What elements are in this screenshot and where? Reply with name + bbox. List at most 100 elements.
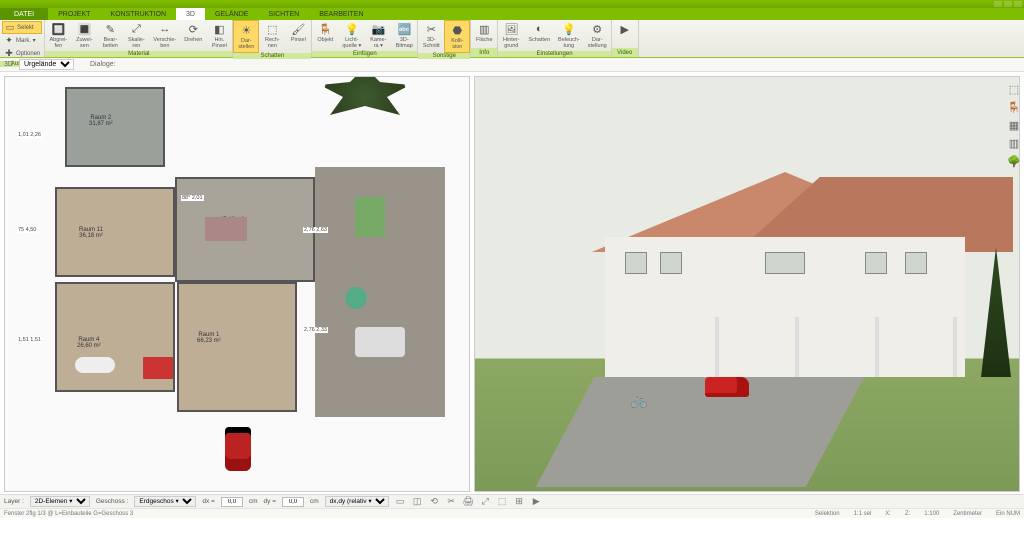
ribbon-button[interactable]: ✎Bear- beiten [97, 20, 123, 51]
layer-select[interactable]: 2D-Elemen ▾ [30, 496, 90, 507]
ribbon-button[interactable]: ▥Fläche [471, 20, 497, 48]
ribbon-button[interactable]: ⟳Drehen [180, 20, 206, 51]
ribbon-button[interactable]: ↔Verschie- ben [149, 20, 180, 51]
tool-icon[interactable]: ▶ [531, 496, 542, 507]
dy-label: dy = [264, 498, 276, 505]
ribbon-button[interactable]: 📷Kame- ra ▾ [365, 20, 391, 51]
geschoss-select[interactable]: Erdgeschos ▾ [134, 496, 196, 507]
ribbon-button[interactable]: ▶ [612, 20, 638, 48]
menu-tab-projekt[interactable]: PROJEKT [48, 8, 100, 20]
ribbon-button[interactable]: 🪑Objekt [312, 20, 338, 51]
ribbon-button[interactable]: 🖌Pinsel [285, 20, 311, 53]
tool-icon[interactable]: ⬚ [497, 496, 508, 507]
ribbon-group: 🔲Abgrei- fen🔳Zuwei- sen✎Bear- beiten⤢Ska… [45, 20, 233, 57]
ribbon-button-label: Mark. ▾ [16, 37, 36, 44]
tool-icon[interactable]: 🖨 [463, 496, 474, 507]
ribbon-button[interactable]: ◐Schatten [524, 20, 554, 51]
dy-input[interactable] [282, 497, 304, 507]
window-max-icon[interactable] [1004, 1, 1012, 7]
side-tool-icon[interactable]: ▥ [1007, 136, 1021, 150]
ribbon: ▭Selekt✦Mark. ▾✚OptionenAuswahl🔲Abgrei- … [0, 20, 1024, 58]
side-tool-icon[interactable]: ⬚ [1007, 82, 1021, 96]
ribbon-button[interactable]: ✂3D- Schnitt [418, 20, 444, 53]
ribbon-button-label: Kame- ra ▾ [370, 37, 386, 49]
viewport-2d[interactable]: Raum 231,87 m² Raum 1136,18 m² Raum 426,… [4, 76, 470, 492]
tool-icon[interactable]: ◫ [412, 496, 423, 507]
menu-tab-konstruktion[interactable]: KONSTRUKTION [100, 8, 176, 20]
ribbon-button[interactable]: ⚙Dar- stellung [584, 20, 611, 51]
ribbon-button[interactable]: ◧Hin. Pinsel [206, 20, 232, 51]
side-tool-icon[interactable]: 🪑 [1007, 100, 1021, 114]
tool-icon[interactable]: ▭ [395, 496, 406, 507]
ribbon-button-label: Beleuch- tung [558, 37, 580, 49]
tool-icon[interactable]: ⤢ [480, 496, 491, 507]
room-label: Raum 1136,18 m² [79, 227, 103, 239]
ribbon-button[interactable]: ⬣Kolli- sion [444, 20, 470, 53]
ribbon-button[interactable]: 🔤3D- Bitmap [391, 20, 417, 51]
viewport-3d[interactable]: 🚲 [474, 76, 1020, 492]
status-unit: Zentimeter [953, 511, 982, 517]
dim-label: 1,51 1,51 [17, 337, 42, 343]
ribbon-icon: ⬣ [450, 23, 464, 37]
menu-tab-gelaende[interactable]: GELÄNDE [205, 8, 258, 20]
ribbon-button[interactable]: ▭Selekt [2, 21, 42, 34]
ribbon-button[interactable]: 💡Beleuch- tung [554, 20, 584, 51]
ribbon-group-label: Info [471, 48, 497, 57]
ribbon-icon: ↔ [158, 22, 172, 36]
ribbon-icon: 🪑 [318, 22, 332, 36]
tree-icon [315, 76, 415, 127]
tool-icon[interactable]: ⟲ [429, 496, 440, 507]
room-label: Raum 166,23 m² [197, 332, 221, 344]
ribbon-group: 🖼Hinter- grund◐Schatten💡Beleuch- tung⚙Da… [498, 20, 611, 57]
ribbon-button[interactable]: ⤢Skalie- ren [123, 20, 149, 51]
window-close-icon[interactable] [1014, 1, 1022, 7]
ribbon-group-label: Sonstige [418, 53, 470, 59]
menu-tab-3d[interactable]: 3D [176, 8, 205, 20]
menu-tab-sichten[interactable]: SICHTEN [258, 8, 309, 20]
side-tool-icon[interactable]: 🌳 [1007, 154, 1021, 168]
coord-mode-select[interactable]: dx,dy (relativ ▾ [325, 496, 389, 507]
unit-label: cm [249, 498, 258, 505]
window-min-icon[interactable] [994, 1, 1002, 7]
ribbon-button[interactable]: ✦Mark. ▾ [2, 34, 42, 47]
ribbon-icon: ◧ [212, 22, 226, 36]
ribbon-group-label: Material [45, 51, 232, 57]
status-left: Fenster 2flg 1/3 @ L=Einbauteile G=Gesch… [4, 511, 133, 517]
ribbon-button-label: 3D- Bitmap [396, 37, 413, 49]
tool-icon[interactable]: ✂ [446, 496, 457, 507]
ribbon-button[interactable]: ☀Dar- stellen [233, 20, 259, 53]
driveway [536, 377, 864, 487]
ribbon-group: 🪑Objekt💡Licht- quelle ▾📷Kame- ra ▾🔤3D- B… [312, 20, 418, 57]
menu-tab-bearbeiten[interactable]: BEARBEITEN [309, 8, 373, 20]
ribbon-button[interactable]: ⬚Rech- nen [259, 20, 285, 53]
ribbon-icon: 🖼 [504, 22, 518, 36]
mode-select[interactable]: Urgelände [19, 59, 74, 70]
side-tool-icon[interactable]: ▦ [1007, 118, 1021, 132]
ribbon-button-label: Dar- stellen [238, 38, 254, 50]
status-x: X: [885, 511, 891, 517]
ribbon-button[interactable]: 🔳Zuwei- sen [71, 20, 97, 51]
menu-tab-datei[interactable]: DATEI [0, 8, 48, 20]
dim-label: 75 4,50 [17, 227, 37, 233]
car-icon [225, 427, 251, 471]
ribbon-button[interactable]: 💡Licht- quelle ▾ [338, 20, 365, 51]
ribbon-icon: 🔳 [77, 22, 91, 36]
ribbon-button-label: Hinter- grund [503, 37, 520, 49]
ribbon-button[interactable]: 🔲Abgrei- fen [45, 20, 71, 51]
ribbon-group: ✂3D- Schnitt⬣Kolli- sionSonstige [418, 20, 471, 57]
layer-label: Layer : [4, 498, 24, 505]
ribbon-button-label: Objekt [317, 37, 333, 43]
room-label: Raum 426,60 m² [77, 337, 101, 349]
ribbon-button[interactable]: 🖼Hinter- grund [498, 20, 524, 51]
ribbon-icon: ☀ [239, 23, 253, 37]
ribbon-icon: 🔤 [397, 22, 411, 36]
ribbon-icon: ⬚ [265, 22, 279, 36]
status-selektion: Selektion [815, 511, 840, 517]
ribbon-icon: ▥ [477, 22, 491, 36]
mode-label: 3D [4, 61, 13, 68]
tool-icon[interactable]: ⊞ [514, 496, 525, 507]
dx-input[interactable] [221, 497, 243, 507]
floorplan: Raum 231,87 m² Raum 1136,18 m² Raum 426,… [55, 87, 455, 477]
dim-label: 1,01 2,26 [17, 132, 42, 138]
ribbon-button-label: Verschie- ben [153, 37, 176, 49]
